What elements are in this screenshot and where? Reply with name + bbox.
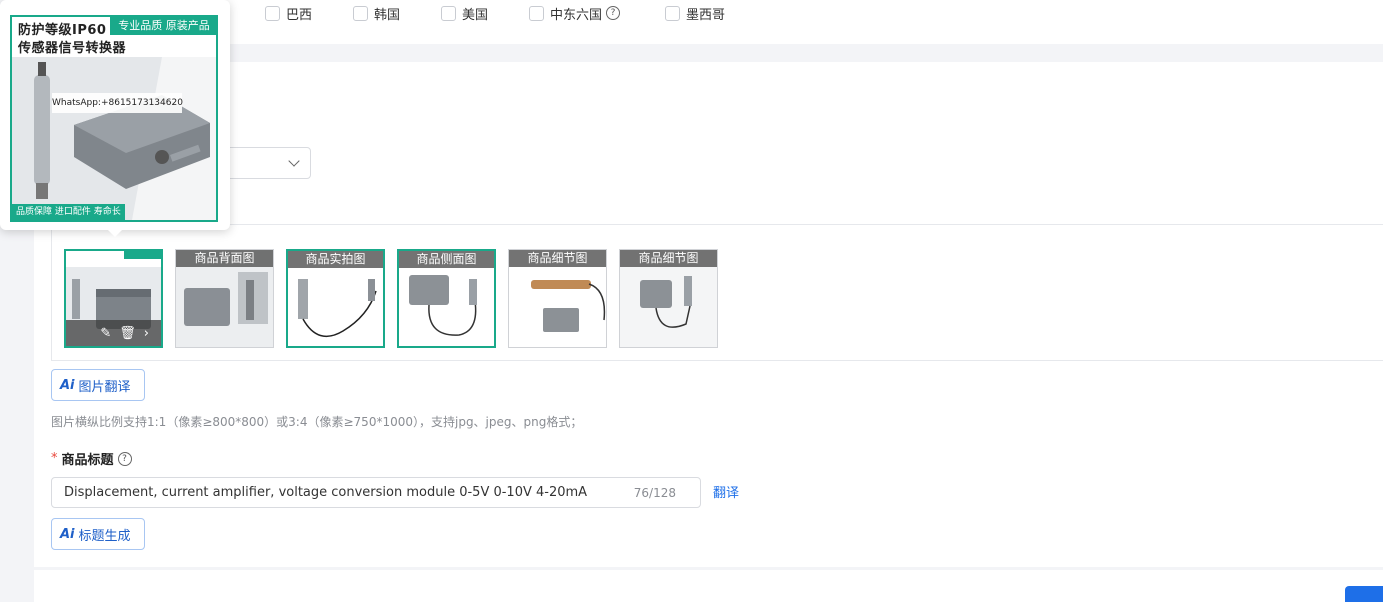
primary-button[interactable]: [1345, 586, 1383, 602]
checkbox[interactable]: [441, 5, 456, 21]
preview-image: 专业品质 原装产品 防护等级IP60 传感器信号转换器 WhatsApp:+86…: [10, 15, 218, 222]
ai-icon: Ai: [60, 377, 75, 393]
country-option-mexico[interactable]: 墨西哥: [665, 4, 726, 23]
thumbnail-label: 商品细节图: [509, 250, 606, 267]
button-label: 图片翻译: [78, 379, 131, 395]
preview-tag: 专业品质 原装产品: [110, 17, 216, 35]
country-option-brazil[interactable]: 巴西: [265, 4, 313, 23]
title-value: Displacement, current amplifier, voltage…: [64, 485, 588, 500]
char-count: 76/128: [633, 486, 676, 500]
country-option-usa[interactable]: 美国: [441, 4, 489, 23]
thumbnail-real-shot[interactable]: 商品实拍图: [286, 249, 385, 348]
country-option-korea[interactable]: 韩国: [353, 4, 401, 23]
image-preview-popup: 专业品质 原装产品 防护等级IP60 传感器信号转换器 WhatsApp:+86…: [0, 0, 230, 230]
bottom-card: [34, 570, 1383, 602]
country-option-middle-east[interactable]: 中东六国 ?: [529, 4, 621, 23]
thumbnail-back[interactable]: 商品背面图: [175, 249, 274, 348]
preview-footer: 品质保障 进口配件 寿命长: [12, 204, 125, 220]
country-label: 墨西哥: [686, 7, 726, 23]
title-field-label: * 商品标题 ?: [51, 449, 132, 468]
preview-title-2: 传感器信号转换器: [18, 41, 127, 56]
button-label: 标题生成: [78, 528, 131, 544]
preview-whatsapp: WhatsApp:+8615173134620: [52, 93, 183, 113]
thumbnail-label: 商品实拍图: [288, 251, 383, 268]
chevron-right-icon[interactable]: ›: [144, 326, 149, 341]
image-translate-button[interactable]: Ai 图片翻译: [51, 369, 145, 401]
translate-link[interactable]: 翻译: [713, 482, 739, 501]
country-label: 巴西: [286, 7, 313, 23]
edit-icon[interactable]: ✎: [100, 326, 111, 341]
help-icon[interactable]: ?: [606, 6, 621, 20]
checkbox[interactable]: [353, 5, 368, 21]
thumbnail-label: 商品侧面图: [399, 251, 494, 268]
checkbox[interactable]: [665, 5, 680, 21]
country-label: 美国: [462, 7, 489, 23]
checkbox[interactable]: [529, 5, 544, 21]
required-mark: *: [51, 451, 58, 466]
thumbnail-detail-1[interactable]: 商品细节图: [508, 249, 607, 348]
checkbox[interactable]: [265, 5, 280, 21]
country-label: 中东六国: [550, 7, 603, 23]
thumbnail-detail-2[interactable]: 商品细节图: [619, 249, 718, 348]
ai-icon: Ai: [60, 526, 75, 542]
title-input[interactable]: Displacement, current amplifier, voltage…: [51, 477, 701, 508]
thumbnail-main[interactable]: ✎ 🗑 ›: [64, 249, 163, 348]
thumbnail-label: 商品背面图: [176, 250, 273, 267]
page: 巴西 韩国 美国 中东六国 ? 墨西哥 ✎ 🗑 › 商品背面图 商品实拍图 商品…: [0, 0, 1383, 602]
popup-arrow: [107, 229, 123, 237]
label-text: 商品标题: [61, 453, 114, 468]
country-label: 韩国: [374, 7, 401, 23]
title-generate-button[interactable]: Ai 标题生成: [51, 518, 145, 550]
thumbnail-side[interactable]: 商品侧面图: [397, 249, 496, 348]
chevron-down-icon: [288, 155, 300, 167]
thumbnail-label: 商品细节图: [620, 250, 717, 267]
trash-icon[interactable]: 🗑: [119, 326, 136, 341]
preview-title-1: 防护等级IP60: [18, 23, 107, 38]
image-hint: 图片横纵比例支持1:1（像素≥800*800）或3:4（像素≥750*1000）…: [51, 415, 583, 429]
thumbnail-toolbar: ✎ 🗑 ›: [66, 320, 161, 346]
help-icon[interactable]: ?: [117, 451, 132, 466]
